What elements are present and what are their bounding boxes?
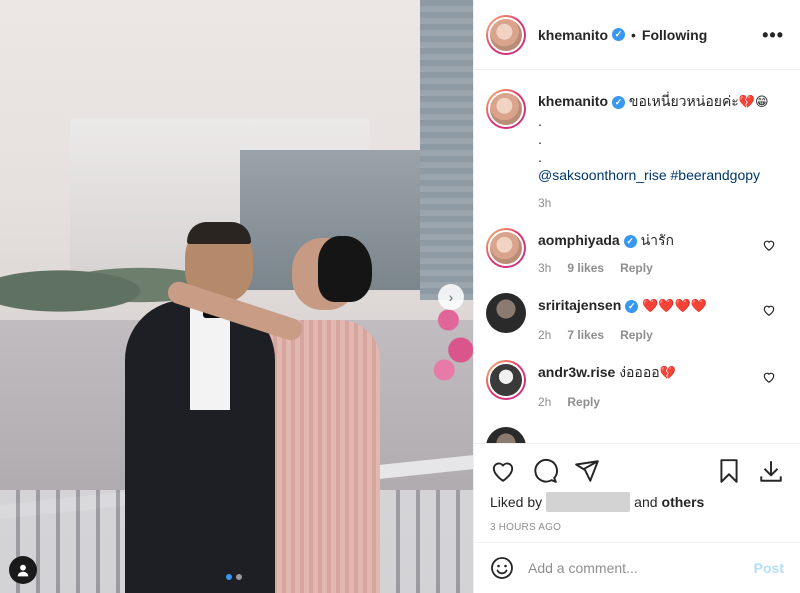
commenter-username[interactable]: andr3w.rise	[538, 364, 615, 380]
caption-body: khemanito ✓ ขอเหนี่ยวหน่อยค่ะ💔😁 . . . @sa…	[538, 89, 784, 212]
commenter-avatar[interactable]	[486, 293, 526, 333]
comment-time[interactable]: 3h	[538, 259, 551, 277]
comments-list[interactable]: khemanito ✓ ขอเหนี่ยวหน่อยค่ะ💔😁 . . . @sa…	[474, 71, 800, 443]
post-timestamp[interactable]: 3 HOURS AGO	[490, 522, 784, 533]
comment-item: andr3w.rise ง่ออออ💔 2h Reply	[486, 360, 784, 411]
author-info: khemanito ✓ • Following	[538, 27, 707, 43]
comment-icon[interactable]	[532, 458, 558, 484]
commenter-avatar[interactable]	[486, 360, 526, 400]
following-button[interactable]: Following	[642, 27, 707, 43]
action-icons	[490, 444, 784, 498]
comment-meta: 3h 9 likes Reply	[538, 259, 784, 277]
liked-by: Liked by and others	[490, 492, 784, 512]
comment-text: น่ารัก	[640, 232, 675, 248]
commenter-username[interactable]: sriritajensen	[538, 297, 621, 313]
photo-woman-hair	[318, 236, 372, 302]
commenter-avatar[interactable]	[486, 427, 526, 443]
liked-by-prefix: Liked by	[490, 494, 543, 510]
caption-text: ขอเหนี่ยวหน่อยค่ะ	[628, 93, 739, 109]
carousel-dot-active	[226, 574, 232, 580]
caption-mention-link[interactable]: @saksoonthorn_rise	[538, 167, 667, 183]
author-username[interactable]: khemanito	[538, 27, 608, 43]
caption-dot-line: .	[538, 149, 542, 165]
post-comment-button[interactable]: Post	[754, 560, 784, 576]
verified-badge-icon: ✓	[625, 299, 639, 313]
liked-by-connector: and	[634, 494, 658, 510]
comment-body: andr3w.rise ง่ออออ💔 2h Reply	[538, 360, 784, 411]
comment-body: sriritajensen ✓ ❤️❤️❤️❤️ 2h 7 likes Reply	[538, 293, 784, 344]
caption-dot-line: .	[538, 113, 542, 129]
comment-likes[interactable]: 9 likes	[567, 259, 604, 277]
like-comment-heart-icon[interactable]	[762, 238, 776, 252]
like-comment-heart-icon[interactable]	[762, 370, 776, 384]
comment-item-partial	[486, 427, 784, 443]
comment-meta: 2h 7 likes Reply	[538, 326, 784, 344]
post-side-panel: khemanito ✓ • Following ••• khemanito ✓ ข…	[473, 0, 800, 593]
caption-hashtag-link[interactable]: #beerandgopy	[671, 167, 761, 183]
post-photo[interactable]: ›	[0, 0, 473, 593]
red-hearts-icon: ❤️❤️❤️❤️	[642, 299, 707, 314]
caption: khemanito ✓ ขอเหนี่ยวหน่อยค่ะ💔😁 . . . @sa…	[486, 71, 784, 212]
comment-body: aomphiyada ✓ น่ารัก 3h 9 likes Reply	[538, 228, 784, 277]
follow-separator: •	[631, 26, 636, 43]
grin-emoji-icon: 😁	[755, 95, 769, 110]
comment-item: sriritajensen ✓ ❤️❤️❤️❤️ 2h 7 likes Reply	[486, 293, 784, 344]
liked-by-others-link[interactable]: others	[662, 494, 705, 510]
emoji-smiley-icon[interactable]	[490, 556, 514, 580]
commenter-avatar[interactable]	[486, 228, 526, 268]
verified-badge-icon: ✓	[612, 28, 626, 41]
comment-time[interactable]: 2h	[538, 393, 551, 411]
broken-heart-icon: 💔	[659, 366, 676, 381]
broken-heart-icon: 💔	[738, 95, 756, 110]
verified-badge-icon: ✓	[623, 234, 637, 248]
like-comment-heart-icon[interactable]	[762, 303, 776, 317]
caption-dot-line: .	[538, 131, 542, 147]
download-icon[interactable]	[758, 458, 784, 484]
tagged-users-button[interactable]	[9, 556, 37, 584]
share-icon[interactable]	[574, 458, 600, 484]
bookmark-icon[interactable]	[716, 458, 742, 484]
photo-tower	[420, 0, 473, 300]
user-icon	[17, 564, 29, 577]
post-actions: Liked by and others 3 HOURS AGO	[474, 443, 800, 533]
comment-likes[interactable]: 7 likes	[567, 326, 604, 344]
like-heart-icon[interactable]	[490, 458, 516, 484]
carousel-next-button[interactable]: ›	[438, 284, 464, 310]
comment-time[interactable]: 2h	[538, 326, 551, 344]
more-options-icon[interactable]: •••	[762, 26, 784, 44]
caption-meta: 3h	[538, 194, 784, 212]
comment-item: aomphiyada ✓ น่ารัก 3h 9 likes Reply	[486, 228, 784, 277]
add-comment-input[interactable]	[528, 560, 740, 576]
action-icons-right	[716, 458, 784, 484]
liked-by-user-redacted[interactable]	[546, 492, 631, 512]
commenter-username[interactable]: aomphiyada	[538, 232, 620, 248]
carousel-dot	[236, 574, 242, 580]
author-avatar[interactable]	[486, 14, 526, 55]
post-header: khemanito ✓ • Following •••	[474, 0, 800, 70]
comment-text: ง่ออออ	[619, 364, 660, 380]
carousel-indicator	[226, 574, 242, 580]
chevron-right-icon: ›	[448, 289, 454, 305]
verified-badge-icon: ✓	[612, 95, 626, 109]
add-comment-bar: Post	[474, 542, 800, 593]
photo-man-hair	[187, 222, 251, 244]
reply-button[interactable]: Reply	[620, 259, 653, 277]
reply-button[interactable]: Reply	[567, 393, 600, 411]
reply-button[interactable]: Reply	[620, 326, 653, 344]
caption-username[interactable]: khemanito	[538, 93, 608, 109]
caption-avatar[interactable]	[486, 89, 526, 129]
caption-time[interactable]: 3h	[538, 194, 551, 212]
comment-meta: 2h Reply	[538, 393, 784, 411]
